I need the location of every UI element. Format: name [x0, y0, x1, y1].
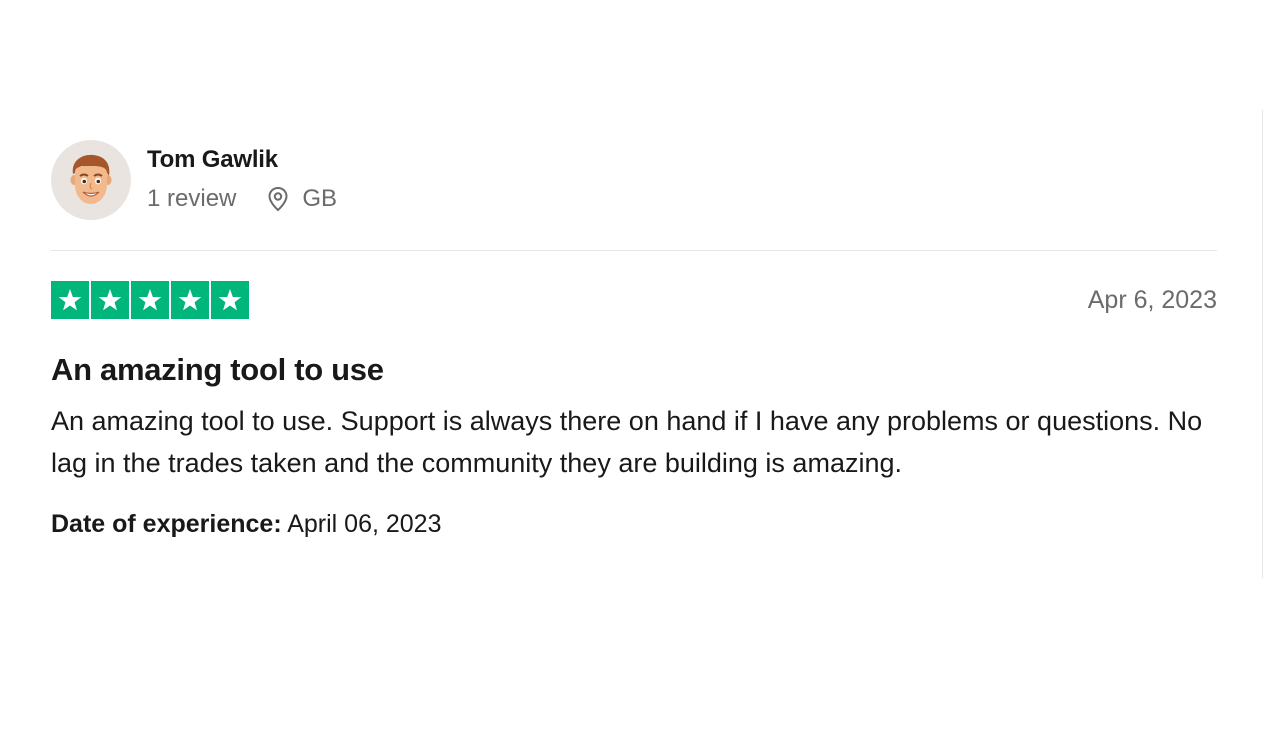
avatar[interactable]	[51, 140, 131, 220]
reviewer-country: GB	[302, 185, 338, 212]
star-icon	[131, 281, 169, 319]
rating-row: Apr 6, 2023	[51, 281, 1217, 319]
review-card: Tom Gawlik 1 review GB Apr 6, 2023 An am…	[51, 140, 1217, 539]
star-icon	[51, 281, 89, 319]
review-page: Tom Gawlik 1 review GB Apr 6, 2023 An am…	[0, 0, 1280, 730]
reviewer-header[interactable]: Tom Gawlik 1 review GB	[51, 140, 1217, 220]
review-title[interactable]: An amazing tool to use	[51, 351, 1217, 388]
reviewer-meta: 1 review GB	[147, 186, 337, 212]
page-edge-divider	[1262, 110, 1263, 578]
star-icon	[91, 281, 129, 319]
header-divider	[51, 250, 1217, 251]
date-of-experience: Date of experience: April 06, 2023	[51, 510, 1217, 539]
location-pin-icon	[266, 186, 290, 212]
experience-date: April 06, 2023	[287, 510, 442, 539]
star-icon	[211, 281, 249, 319]
star-rating	[51, 281, 249, 319]
review-body: An amazing tool to use. Support is alway…	[51, 406, 1203, 479]
star-icon	[171, 281, 209, 319]
experience-label: Date of experience:	[51, 510, 282, 539]
memoji-avatar-icon	[70, 154, 112, 204]
review-count: 1 review	[147, 185, 237, 212]
reviewer-name[interactable]: Tom Gawlik	[147, 148, 337, 172]
review-date: Apr 6, 2023	[1087, 285, 1217, 314]
